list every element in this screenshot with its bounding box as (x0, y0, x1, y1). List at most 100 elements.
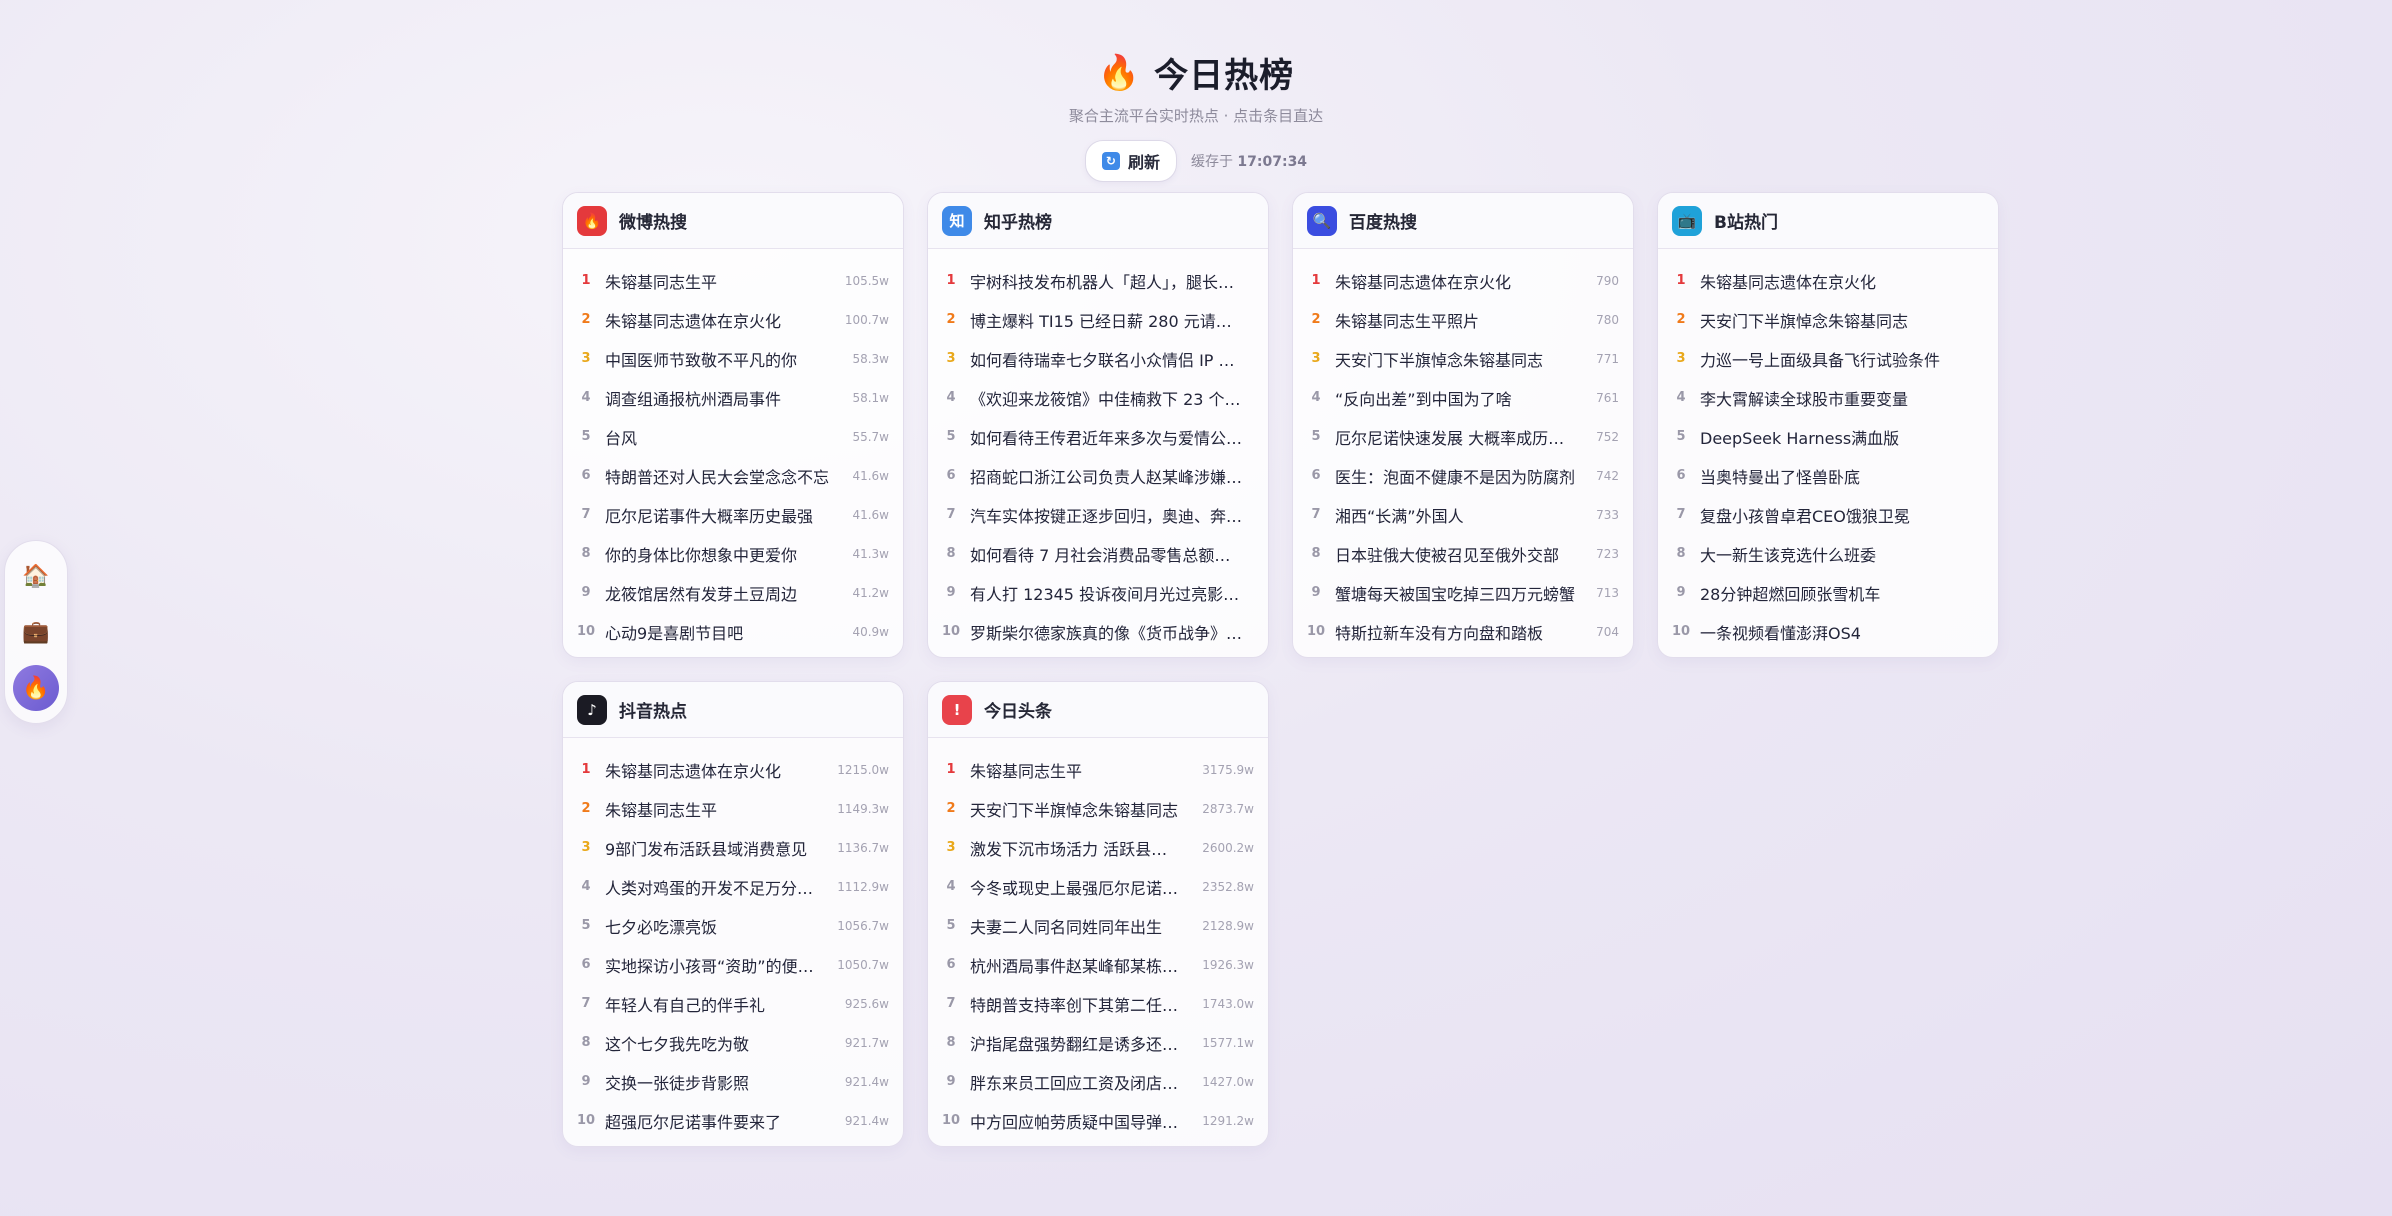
hot-item[interactable]: 2 天安门下半旗悼念朱镕基同志 2873.7w (942, 789, 1254, 828)
hot-item[interactable]: 3 如何看待瑞幸七夕联名小众情侣 IP … (942, 339, 1254, 378)
hot-item[interactable]: 3 天安门下半旗悼念朱镕基同志 771 (1307, 339, 1619, 378)
hot-item[interactable]: 8 这个七夕我先吃为敬 921.7w (577, 1023, 889, 1062)
item-title[interactable]: 特朗普还对人民大会堂念念不忘 (605, 464, 842, 488)
hot-item[interactable]: 6 医生：泡面不健康不是因为防腐剂 742 (1307, 456, 1619, 495)
hot-item[interactable]: 6 实地探访小孩哥“资助”的便… 1050.7w (577, 945, 889, 984)
hot-item[interactable]: 9 蟹塘每天被国宝吃掉三四万元螃蟹 713 (1307, 573, 1619, 612)
hot-item[interactable]: 6 当奥特曼出了怪兽卧底 (1672, 456, 1984, 495)
item-title[interactable]: 李大霄解读全球股市重要变量 (1700, 386, 1974, 410)
hot-item[interactable]: 10 特斯拉新车没有方向盘和踏板 704 (1307, 612, 1619, 651)
hot-item[interactable]: 8 沪指尾盘强势翻红是诱多还… 1577.1w (942, 1023, 1254, 1062)
hot-item[interactable]: 5 DeepSeek Harness满血版 (1672, 417, 1984, 456)
hot-item[interactable]: 4 《欢迎来龙筱馆》中佳楠救下 23 个… (942, 378, 1254, 417)
item-title[interactable]: 今冬或现史上最强厄尔尼诺… (970, 875, 1192, 899)
item-title[interactable]: 朱镕基同志生平 (605, 797, 827, 821)
item-title[interactable]: 厄尔尼诺事件大概率历史最强 (605, 503, 842, 527)
item-title[interactable]: 特斯拉新车没有方向盘和踏板 (1335, 620, 1586, 644)
hot-item[interactable]: 1 宇树科技发布机器人「超人」，腿长… (942, 261, 1254, 300)
hot-item[interactable]: 7 湘西“长满”外国人 733 (1307, 495, 1619, 534)
hot-item[interactable]: 4 “反向出差”到中国为了啥 761 (1307, 378, 1619, 417)
item-title[interactable]: 夫妻二人同名同姓同年出生 (970, 914, 1192, 938)
board-header[interactable]: 📺 B站热门 (1658, 193, 1998, 249)
item-title[interactable]: 天安门下半旗悼念朱镕基同志 (970, 797, 1192, 821)
hot-item[interactable]: 1 朱镕基同志遗体在京火化 1215.0w (577, 750, 889, 789)
item-title[interactable]: 超强厄尔尼诺事件要来了 (605, 1109, 835, 1133)
item-title[interactable]: 宇树科技发布机器人「超人」，腿长… (970, 269, 1244, 293)
hot-item[interactable]: 1 朱镕基同志生平 3175.9w (942, 750, 1254, 789)
item-title[interactable]: 朱镕基同志遗体在京火化 (605, 308, 835, 332)
hot-item[interactable]: 9 交换一张徒步背影照 921.4w (577, 1062, 889, 1101)
hot-item[interactable]: 3 激发下沉市场活力 活跃县… 2600.2w (942, 828, 1254, 867)
hot-item[interactable]: 1 朱镕基同志遗体在京火化 790 (1307, 261, 1619, 300)
item-title[interactable]: 朱镕基同志遗体在京火化 (605, 758, 827, 782)
item-title[interactable]: 心动9是喜剧节目吧 (605, 620, 842, 644)
hot-item[interactable]: 8 日本驻俄大使被召见至俄外交部 723 (1307, 534, 1619, 573)
hot-item[interactable]: 7 厄尔尼诺事件大概率历史最强 41.6w (577, 495, 889, 534)
hot-item[interactable]: 6 杭州酒局事件赵某峰郁某栋… 1926.3w (942, 945, 1254, 984)
hot-item[interactable]: 4 今冬或现史上最强厄尔尼诺… 2352.8w (942, 867, 1254, 906)
item-title[interactable]: 台风 (605, 425, 842, 449)
hot-item[interactable]: 1 朱镕基同志生平 105.5w (577, 261, 889, 300)
item-title[interactable]: 朱镕基同志生平 (970, 758, 1192, 782)
hot-item[interactable]: 2 朱镕基同志遗体在京火化 100.7w (577, 300, 889, 339)
hot-item[interactable]: 2 天安门下半旗悼念朱镕基同志 (1672, 300, 1984, 339)
item-title[interactable]: 有人打 12345 投诉夜间月光过亮影… (970, 581, 1244, 605)
hot-item[interactable]: 8 大一新生该竞选什么班委 (1672, 534, 1984, 573)
board-header[interactable]: 知知乎热榜 (928, 193, 1268, 249)
refresh-button[interactable]: ↻ 刷新 (1084, 140, 1177, 182)
item-title[interactable]: 实地探访小孩哥“资助”的便… (605, 953, 827, 977)
item-title[interactable]: 朱镕基同志生平照片 (1335, 308, 1586, 332)
item-title[interactable]: 年轻人有自己的伴手礼 (605, 992, 835, 1016)
hot-item[interactable]: 7 汽车实体按键正逐步回归，奥迪、奔… (942, 495, 1254, 534)
item-title[interactable]: 中国医师节致敬不平凡的你 (605, 347, 842, 371)
item-title[interactable]: 汽车实体按键正逐步回归，奥迪、奔… (970, 503, 1244, 527)
hot-item[interactable]: 7 年轻人有自己的伴手礼 925.6w (577, 984, 889, 1023)
hot-item[interactable]: 10 中方回应帕劳质疑中国导弹… 1291.2w (942, 1101, 1254, 1140)
item-title[interactable]: 力巡一号上面级具备飞行试验条件 (1700, 347, 1974, 371)
item-title[interactable]: 招商蛇口浙江公司负责人赵某峰涉嫌… (970, 464, 1244, 488)
item-title[interactable]: 激发下沉市场活力 活跃县… (970, 836, 1192, 860)
item-title[interactable]: 当奥特曼出了怪兽卧底 (1700, 464, 1974, 488)
item-title[interactable]: 厄尔尼诺快速发展 大概率成历… (1335, 425, 1586, 449)
item-title[interactable]: 胖东来员工回应工资及闭店… (970, 1070, 1192, 1094)
item-title[interactable]: 天安门下半旗悼念朱镕基同志 (1335, 347, 1586, 371)
dock-hot-button[interactable]: 🔥 (13, 665, 59, 711)
hot-item[interactable]: 2 博主爆料 TI15 已经日薪 280 元请人… (942, 300, 1254, 339)
hot-item[interactable]: 10 超强厄尔尼诺事件要来了 921.4w (577, 1101, 889, 1140)
item-title[interactable]: 特朗普支持率创下其第二任… (970, 992, 1192, 1016)
hot-item[interactable]: 10 一条视频看懂澎湃OS4 (1672, 612, 1984, 651)
hot-item[interactable]: 4 人类对鸡蛋的开发不足万分… 1112.9w (577, 867, 889, 906)
hot-item[interactable]: 9 28分钟超燃回顾张雪机车 (1672, 573, 1984, 612)
hot-item[interactable]: 6 招商蛇口浙江公司负责人赵某峰涉嫌… (942, 456, 1254, 495)
item-title[interactable]: 朱镕基同志遗体在京火化 (1335, 269, 1586, 293)
dock-home-button[interactable]: 🏠 (13, 553, 59, 599)
item-title[interactable]: 如何看待王传君近年来多次与爱情公… (970, 425, 1244, 449)
hot-item[interactable]: 5 如何看待王传君近年来多次与爱情公… (942, 417, 1254, 456)
item-title[interactable]: DeepSeek Harness满血版 (1700, 425, 1974, 449)
item-title[interactable]: 沪指尾盘强势翻红是诱多还… (970, 1031, 1192, 1055)
item-title[interactable]: 大一新生该竞选什么班委 (1700, 542, 1974, 566)
hot-item[interactable]: 1 朱镕基同志遗体在京火化 (1672, 261, 1984, 300)
hot-item[interactable]: 9 有人打 12345 投诉夜间月光过亮影… (942, 573, 1254, 612)
hot-item[interactable]: 6 特朗普还对人民大会堂念念不忘 41.6w (577, 456, 889, 495)
hot-item[interactable]: 5 夫妻二人同名同姓同年出生 2128.9w (942, 906, 1254, 945)
item-title[interactable]: 龙筱馆居然有发芽土豆周边 (605, 581, 842, 605)
hot-item[interactable]: 8 你的身体比你想象中更爱你 41.3w (577, 534, 889, 573)
hot-item[interactable]: 5 七夕必吃漂亮饭 1056.7w (577, 906, 889, 945)
item-title[interactable]: 朱镕基同志生平 (605, 269, 835, 293)
hot-item[interactable]: 8 如何看待 7 月社会消费品零售总额… (942, 534, 1254, 573)
item-title[interactable]: 蟹塘每天被国宝吃掉三四万元螃蟹 (1335, 581, 1586, 605)
hot-item[interactable]: 10 心动9是喜剧节目吧 40.9w (577, 612, 889, 651)
item-title[interactable]: 博主爆料 TI15 已经日薪 280 元请人… (970, 308, 1244, 332)
item-title[interactable]: 朱镕基同志遗体在京火化 (1700, 269, 1974, 293)
item-title[interactable]: 天安门下半旗悼念朱镕基同志 (1700, 308, 1974, 332)
item-title[interactable]: 日本驻俄大使被召见至俄外交部 (1335, 542, 1586, 566)
hot-item[interactable]: 9 胖东来员工回应工资及闭店… 1427.0w (942, 1062, 1254, 1101)
item-title[interactable]: 一条视频看懂澎湃OS4 (1700, 620, 1974, 644)
item-title[interactable]: 9部门发布活跃县域消费意见 (605, 836, 827, 860)
hot-item[interactable]: 10 罗斯柴尔德家族真的像《货币战争》… (942, 612, 1254, 651)
board-header[interactable]: 🔍 百度热搜 (1293, 193, 1633, 249)
item-title[interactable]: 罗斯柴尔德家族真的像《货币战争》… (970, 620, 1244, 644)
item-title[interactable]: 如何看待 7 月社会消费品零售总额… (970, 542, 1244, 566)
item-title[interactable]: “反向出差”到中国为了啥 (1335, 386, 1586, 410)
